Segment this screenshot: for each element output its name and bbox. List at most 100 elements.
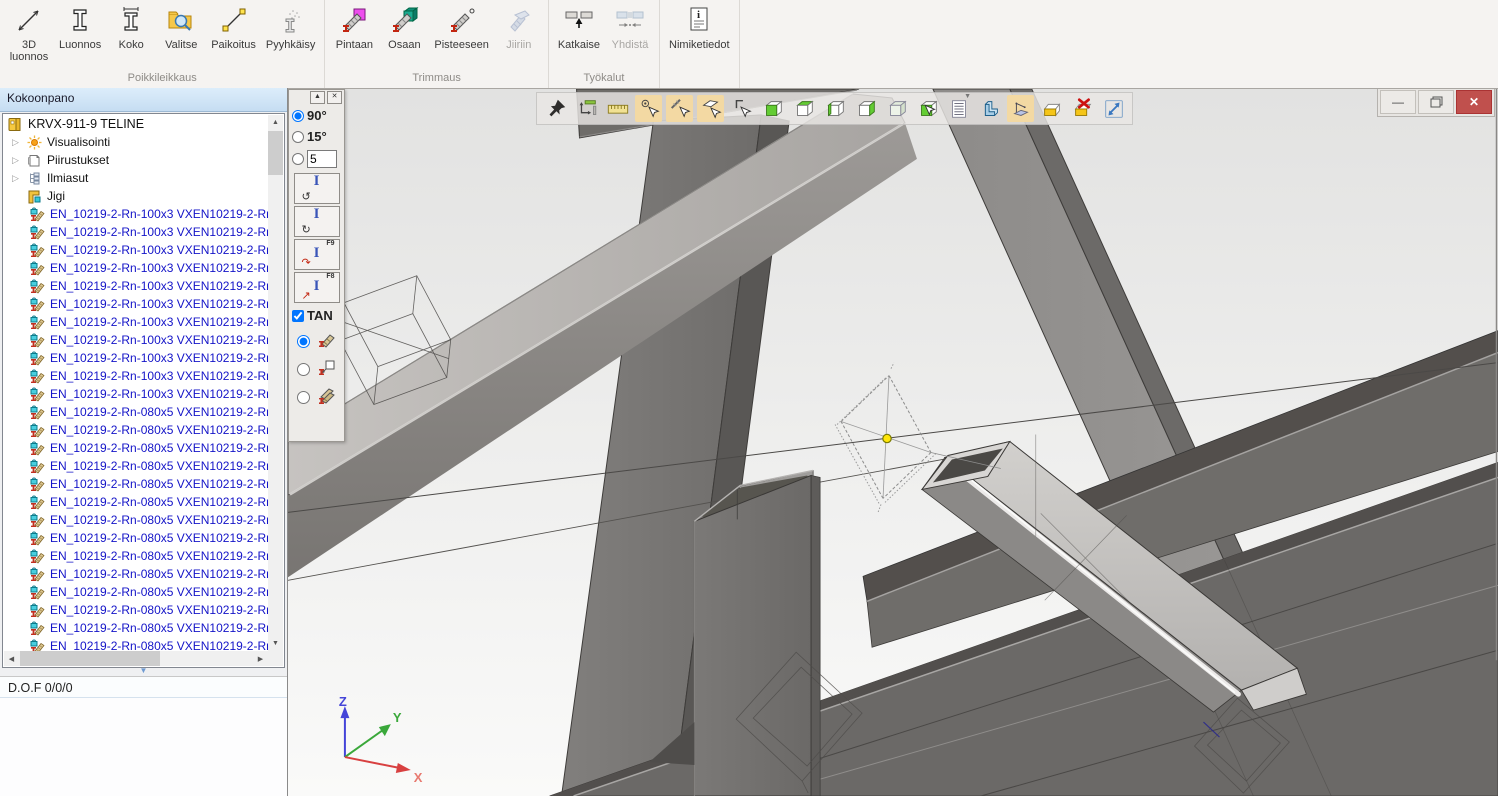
tree-item-beam-part[interactable]: EN_10219-2-Rn-080x5 VXEN10219-2-Rn-0 <box>4 529 268 547</box>
snap-corner-icon[interactable] <box>728 95 755 122</box>
expand-icon[interactable] <box>1100 95 1127 122</box>
scroll-left-icon[interactable]: ◀ <box>4 651 19 666</box>
select-button[interactable]: Valitse <box>156 2 206 70</box>
tangent-option[interactable]: TAN <box>289 305 344 326</box>
angle-15-radio[interactable] <box>292 131 304 143</box>
tree-item-beam-part[interactable]: EN_10219-2-Rn-100x3 VXEN10219-2-Rn-1 <box>4 259 268 277</box>
dropdown-caret-icon[interactable]: ▼ <box>964 93 971 100</box>
scroll-right-icon[interactable]: ▶ <box>253 651 268 666</box>
horizontal-scroll-thumb[interactable] <box>20 651 160 666</box>
expand-arrow-icon[interactable]: ▷ <box>12 137 27 148</box>
angle-90-option[interactable]: 90° <box>289 105 344 126</box>
snap-edge-icon[interactable] <box>666 95 693 122</box>
expand-arrow-icon[interactable]: ▷ <box>12 173 27 184</box>
sketch-origin-marker[interactable] <box>883 434 891 442</box>
minimize-button[interactable]: — <box>1380 90 1416 114</box>
tree-item-beam-part[interactable]: EN_10219-2-Rn-080x5 VXEN10219-2-Rn-0 <box>4 493 268 511</box>
orient-icon[interactable] <box>573 95 600 122</box>
scroll-up-icon[interactable]: ▲ <box>268 115 283 130</box>
tree-item-beam-part[interactable]: EN_10219-2-Rn-100x3 VXEN10219-2-Rn-1 <box>4 277 268 295</box>
tree-item-beam-part[interactable]: EN_10219-2-Rn-080x5 VXEN10219-2-Rn-0 <box>4 421 268 439</box>
tangent-checkbox[interactable] <box>292 310 304 322</box>
angle-90-radio[interactable] <box>292 110 304 122</box>
tree-item-beam-part[interactable]: EN_10219-2-Rn-080x5 VXEN10219-2-Rn-0 <box>4 511 268 529</box>
tree-item-beam-part[interactable]: EN_10219-2-Rn-080x5 VXEN10219-2-Rn-0 <box>4 565 268 583</box>
tree-item-beam-part[interactable]: EN_10219-2-Rn-100x3 VXEN10219-2-Rn-1 <box>4 241 268 259</box>
tree-root-item[interactable]: KRVX-911-9 TELINE <box>4 115 268 133</box>
tree-item-jigi[interactable]: Jigi <box>4 187 268 205</box>
restore-button[interactable] <box>1418 90 1454 114</box>
angle-custom-radio[interactable] <box>292 153 304 165</box>
view-front-icon[interactable] <box>759 95 786 122</box>
join-button[interactable]: Yhdistä <box>605 2 655 70</box>
size-button[interactable]: Koko <box>106 2 156 70</box>
3d-viewport-scene[interactable]: Z Y X <box>288 89 1498 796</box>
to-miter-button[interactable]: Jiiriin <box>494 2 544 70</box>
tree-item-visualisointi[interactable]: ▷ Visualisointi <box>4 133 268 151</box>
rotate-ccw-button[interactable]: I ↺ <box>294 173 340 204</box>
tree-item-beam-part[interactable]: EN_10219-2-Rn-100x3 VXEN10219-2-Rn-1 <box>4 313 268 331</box>
tree-horizontal-scrollbar[interactable]: ◀ ▶ <box>4 651 268 666</box>
tree-item-beam-part[interactable]: EN_10219-2-Rn-080x5 VXEN10219-2-Rn-0 <box>4 475 268 493</box>
storage-icon[interactable] <box>1038 95 1065 122</box>
pin-icon[interactable] <box>542 95 569 122</box>
tree-item-beam-part[interactable]: EN_10219-2-Rn-100x3 VXEN10219-2-Rn-1 <box>4 331 268 349</box>
tree-item-beam-part[interactable]: EN_10219-2-Rn-080x5 VXEN10219-2-Rn-0 <box>4 583 268 601</box>
view-right-icon[interactable] <box>852 95 879 122</box>
collapse-panel-icon[interactable]: ▲ <box>310 91 325 104</box>
mode-multi-beam-option[interactable] <box>289 382 344 410</box>
mode-beam-radio[interactable] <box>297 335 310 348</box>
profile-icon[interactable] <box>976 95 1003 122</box>
rotate-cw-button[interactable]: I ↻ <box>294 206 340 237</box>
tree-item-beam-part[interactable]: EN_10219-2-Rn-080x5 VXEN10219-2-Rn-0 <box>4 619 268 637</box>
list-icon[interactable]: ▼ <box>945 95 972 122</box>
snap-face-icon[interactable] <box>697 95 724 122</box>
scroll-down-icon[interactable]: ▼ <box>268 636 283 651</box>
view-left-icon[interactable] <box>821 95 848 122</box>
tree-item-beam-part[interactable]: EN_10219-2-Rn-080x5 VXEN10219-2-Rn-0 <box>4 403 268 421</box>
f8-direction-button[interactable]: F8 I ↗ <box>294 272 340 303</box>
vertical-scroll-thumb[interactable] <box>268 131 283 175</box>
ruler-icon[interactable] <box>604 95 631 122</box>
3d-sketch-button[interactable]: 3D luonnos <box>4 2 54 70</box>
tree-item-beam-part[interactable]: EN_10219-2-Rn-100x3 VXEN10219-2-Rn-1 <box>4 205 268 223</box>
tree-item-piirustukset[interactable]: ▷ Piirustukset <box>4 151 268 169</box>
sketch-plane-icon[interactable] <box>1007 95 1034 122</box>
angle-15-option[interactable]: 15° <box>289 126 344 147</box>
tree-item-beam-part[interactable]: EN_10219-2-Rn-080x5 VXEN10219-2-Rn-0 <box>4 547 268 565</box>
tree-item-beam-part[interactable]: EN_10219-2-Rn-100x3 VXEN10219-2-Rn-1 <box>4 223 268 241</box>
panel-splitter[interactable]: ▼ <box>0 668 287 675</box>
expand-arrow-icon[interactable]: ▷ <box>12 155 27 166</box>
tree-vertical-scrollbar[interactable]: ▲ ▼ <box>268 115 283 651</box>
tree-item-beam-part[interactable]: EN_10219-2-Rn-100x3 VXEN10219-2-Rn-1 <box>4 349 268 367</box>
mode-beam-option[interactable] <box>289 326 344 354</box>
break-button[interactable]: Katkaise <box>553 2 605 70</box>
mode-beam-ref-option[interactable] <box>289 354 344 382</box>
sketch-button[interactable]: Luonnos <box>54 2 106 70</box>
to-face-button[interactable]: Pintaan <box>329 2 379 70</box>
mode-multi-beam-radio[interactable] <box>297 391 310 404</box>
snap-point-icon[interactable] <box>635 95 662 122</box>
to-point-button[interactable]: Pisteeseen <box>429 2 493 70</box>
positioning-button[interactable]: Paikoitus <box>206 2 261 70</box>
item-info-button[interactable]: i Nimiketiedot <box>664 2 735 82</box>
close-panel-icon[interactable]: ✕ <box>327 91 342 104</box>
to-part-button[interactable]: Osaan <box>379 2 429 70</box>
close-button[interactable]: ✕ <box>1456 90 1492 114</box>
tree-item-beam-part[interactable]: EN_10219-2-Rn-100x3 VXEN10219-2-Rn-1 <box>4 385 268 403</box>
f9-flip-button[interactable]: F9 I ↷ <box>294 239 340 270</box>
tree-item-beam-part[interactable]: EN_10219-2-Rn-080x5 VXEN10219-2-Rn-0 <box>4 439 268 457</box>
view-iso-icon[interactable] <box>883 95 910 122</box>
mode-beam-ref-radio[interactable] <box>297 363 310 376</box>
view-top-icon[interactable] <box>790 95 817 122</box>
sweep-button[interactable]: Pyyhkäisy <box>261 2 321 70</box>
view-select-icon[interactable] <box>914 95 941 122</box>
tree-item-beam-part[interactable]: EN_10219-2-Rn-080x5 VXEN10219-2-Rn-0 <box>4 601 268 619</box>
3d-viewport[interactable]: Z Y X ▲ ✕ 90° 15° I ↺ I ↻ <box>288 89 1498 796</box>
tree-item-beam-part[interactable]: EN_10219-2-Rn-080x5 VXEN10219-2-Rn-0 <box>4 457 268 475</box>
tree-item-ilmiasut[interactable]: ▷ Ilmiasut <box>4 169 268 187</box>
tree-item-beam-part[interactable]: EN_10219-2-Rn-080x5 VXEN10219-2-Rn-0 <box>4 637 268 651</box>
angle-custom-option[interactable] <box>289 147 344 171</box>
angle-custom-input[interactable] <box>307 150 337 168</box>
tree-item-beam-part[interactable]: EN_10219-2-Rn-100x3 VXEN10219-2-Rn-1 <box>4 295 268 313</box>
